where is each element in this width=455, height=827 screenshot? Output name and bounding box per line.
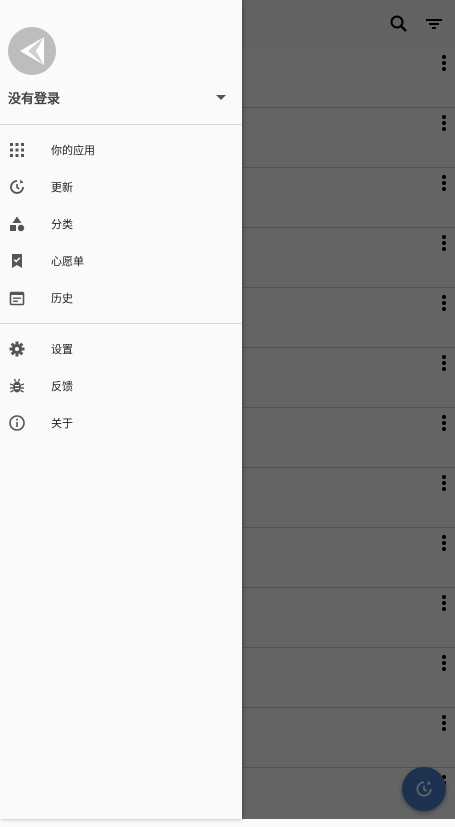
drawer-item-your-apps[interactable]: 你的应用 <box>0 131 242 168</box>
drawer-item-label: 更新 <box>51 181 73 194</box>
drawer-item-label: 你的应用 <box>51 144 95 157</box>
account-name[interactable]: 没有登录 <box>8 88 60 107</box>
drawer-menu-primary: 你的应用 更新 分类 心愿单 历史 <box>0 131 242 316</box>
category-icon <box>8 215 26 233</box>
drawer-item-history[interactable]: 历史 <box>0 279 242 316</box>
drawer-item-wishlist[interactable]: 心愿单 <box>0 242 242 279</box>
drawer-item-label: 历史 <box>51 292 73 305</box>
drawer-item-about[interactable]: 关于 <box>0 404 242 441</box>
app-logo-icon <box>20 37 44 65</box>
drawer-item-label: 心愿单 <box>51 255 84 268</box>
drawer-item-label: 设置 <box>51 343 73 356</box>
gear-icon <box>8 340 26 358</box>
drawer-item-settings[interactable]: 设置 <box>0 330 242 367</box>
drawer-item-categories[interactable]: 分类 <box>0 205 242 242</box>
navigation-drawer: 没有登录 你的应用 更新 分类 心愿单 历史 设置 反馈 关于 <box>0 0 242 819</box>
bookmark-check-icon <box>8 252 26 270</box>
bug-icon <box>8 377 26 395</box>
history-icon <box>8 289 26 307</box>
drawer-item-label: 反馈 <box>51 380 73 393</box>
avatar[interactable] <box>8 27 56 75</box>
drawer-item-label: 分类 <box>51 218 73 231</box>
info-icon <box>8 414 26 432</box>
drawer-item-updates[interactable]: 更新 <box>0 168 242 205</box>
update-icon <box>8 178 26 196</box>
apps-grid-icon <box>8 141 26 159</box>
drawer-header: 没有登录 <box>0 0 242 124</box>
drawer-item-label: 关于 <box>51 417 73 430</box>
drawer-menu-secondary: 设置 反馈 关于 <box>0 330 242 441</box>
drawer-item-feedback[interactable]: 反馈 <box>0 367 242 404</box>
account-dropdown-arrow-icon[interactable] <box>216 95 226 100</box>
divider <box>0 124 242 125</box>
divider <box>0 323 242 324</box>
